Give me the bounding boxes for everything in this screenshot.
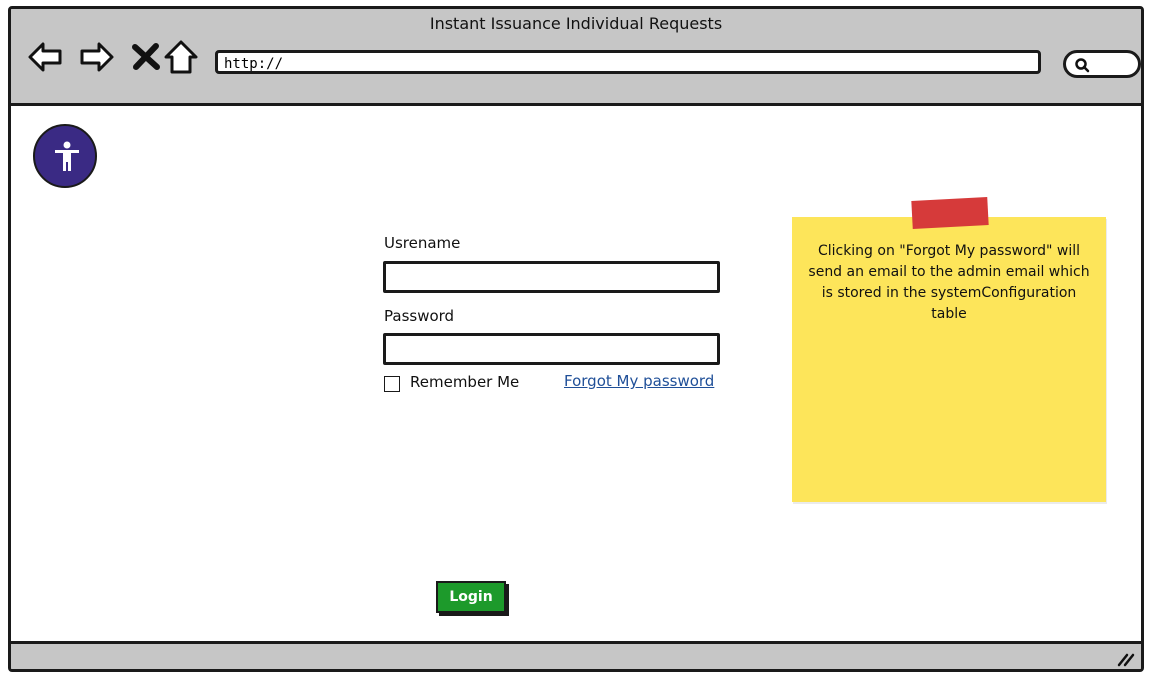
address-bar[interactable]: [215, 50, 1041, 74]
accessibility-avatar[interactable]: [33, 124, 97, 188]
home-icon: [164, 40, 198, 74]
username-label: Usrename: [384, 234, 461, 252]
stop-button[interactable]: [129, 39, 165, 75]
browser-search-button[interactable]: [1063, 50, 1141, 78]
forward-arrow-icon: [80, 42, 114, 72]
window-title: Instant Issuance Individual Requests: [429, 14, 723, 33]
password-field[interactable]: [383, 333, 720, 365]
close-icon: [132, 43, 160, 70]
note-text: Clicking on "Forgot My password" will se…: [808, 243, 1090, 322]
remember-me-label[interactable]: Remember Me: [410, 373, 519, 391]
status-bar: [11, 641, 1141, 669]
note-tape: [911, 197, 989, 229]
accessibility-person-icon: [55, 141, 79, 171]
username-field[interactable]: [383, 261, 720, 293]
sticky-note: Clicking on "Forgot My password" will se…: [792, 197, 1106, 502]
search-icon: [1075, 58, 1090, 73]
login-button[interactable]: Login: [436, 581, 506, 613]
password-label: Password: [384, 307, 455, 325]
home-button[interactable]: [163, 39, 199, 75]
resize-grip-icon[interactable]: [1115, 647, 1135, 667]
username-input[interactable]: [386, 264, 717, 290]
back-button[interactable]: [27, 39, 63, 75]
password-input[interactable]: [386, 336, 717, 362]
remember-me-checkbox[interactable]: [384, 376, 400, 392]
forward-button[interactable]: [79, 39, 115, 75]
browser-toolbar: Instant Issuance Individual Requests: [11, 9, 1141, 106]
forgot-password-link[interactable]: Forgot My password: [564, 372, 714, 390]
back-arrow-icon: [28, 42, 62, 72]
url-input[interactable]: [218, 55, 1038, 73]
